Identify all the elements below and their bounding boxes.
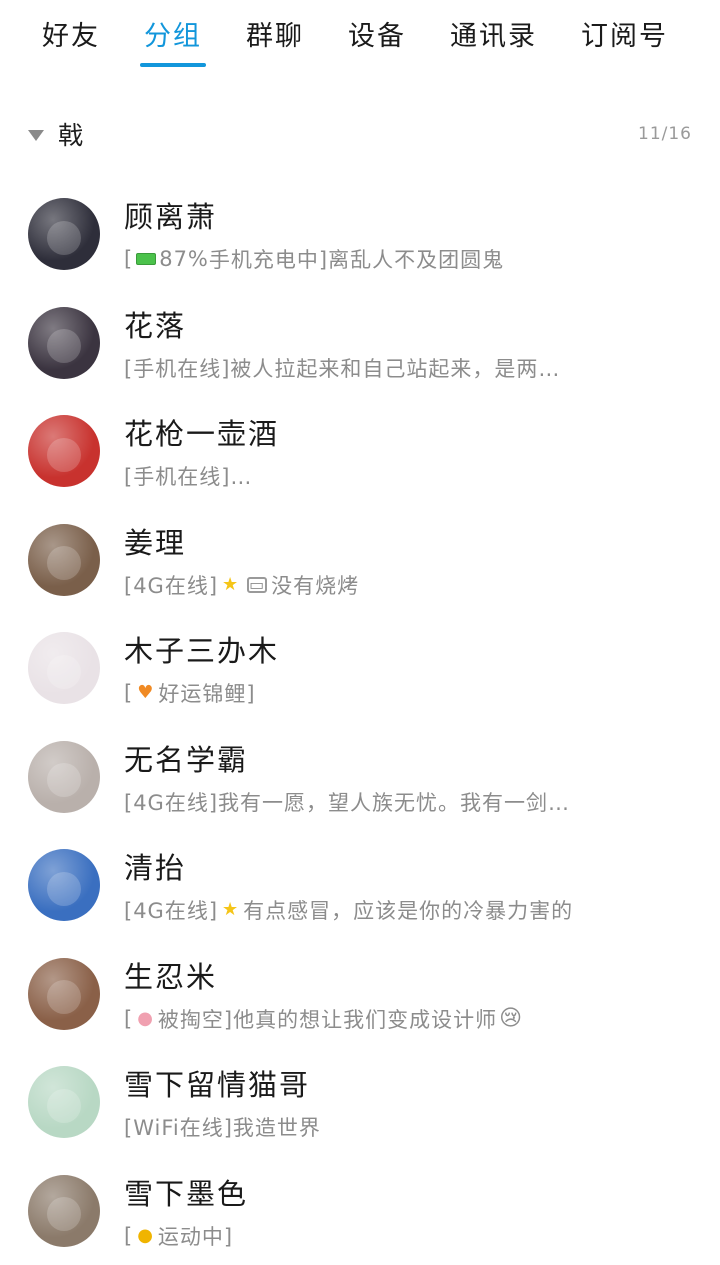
tab-devices[interactable]: 设备: [348, 14, 406, 53]
contact-status: [4G在线]我有一愿，望人族无忧。我有一剑…: [124, 787, 684, 817]
contact-row[interactable]: 顾离萧 [ 87% 手机充电中]离乱人不及团圆鬼: [0, 180, 720, 289]
avatar: [28, 958, 100, 1030]
contact-name: 花枪一壶酒: [124, 411, 684, 453]
contact-name: 顾离萧: [124, 194, 684, 236]
contact-status: [4G在线] ★ 有点感冒，应该是你的冷暴力害的: [124, 895, 684, 925]
avatar: [28, 849, 100, 921]
avatar: [28, 1066, 100, 1138]
avatar: [28, 524, 100, 596]
group-name: 戟: [58, 116, 83, 152]
group-online-count: 11/16: [638, 124, 692, 144]
tab-groups[interactable]: 分组: [144, 14, 202, 53]
contact-name: 花落: [124, 303, 684, 345]
crying-face-emoji: 😢: [499, 1006, 523, 1031]
star-icon: ★: [222, 901, 239, 919]
contact-row[interactable]: 生忍米 [ ● 被掏空]他真的想让我们变成设计师 😢: [0, 940, 720, 1049]
tab-address-book[interactable]: 通讯录: [450, 14, 537, 53]
contact-name: 木子三办木: [124, 628, 684, 670]
contact-row[interactable]: 花落 [手机在线]被人拉起来和自己站起来，是两…: [0, 289, 720, 398]
contact-status: [ ♥ 好运锦鲤]: [124, 678, 684, 708]
contact-row[interactable]: 花枪一壶酒 [手机在线]…: [0, 397, 720, 506]
contact-name: 无名学霸: [124, 737, 684, 779]
contact-status: [手机在线]被人拉起来和自己站起来，是两…: [124, 353, 684, 383]
contact-name: 生忍米: [124, 954, 684, 996]
contact-status: [ ● 运动中]: [124, 1221, 684, 1251]
koi-icon: ♥: [137, 684, 154, 702]
avatar: [28, 741, 100, 813]
avatar: [28, 415, 100, 487]
contact-row[interactable]: 雪下留情猫哥 [WiFi在线]我造世界: [0, 1048, 720, 1157]
tab-group-chats[interactable]: 群聊: [246, 14, 304, 53]
contact-row[interactable]: 姜理 [4G在线] ★ ▭ 没有烧烤: [0, 506, 720, 615]
avatar: [28, 307, 100, 379]
contact-row[interactable]: 清抬 [4G在线] ★ 有点感冒，应该是你的冷暴力害的: [0, 831, 720, 940]
contact-status: [手机在线]…: [124, 461, 684, 491]
avatar: [28, 1175, 100, 1247]
rabbit-icon: ●: [137, 1010, 154, 1028]
battery-icon: [136, 253, 156, 265]
tab-subscriptions[interactable]: 订阅号: [581, 14, 668, 53]
contact-status: [WiFi在线]我造世界: [124, 1112, 684, 1142]
contact-row[interactable]: 无名学霸 [4G在线]我有一愿，望人族无忧。我有一剑…: [0, 723, 720, 832]
star-icon: ★: [222, 576, 239, 594]
caret-down-icon: [28, 130, 44, 141]
running-icon: ●: [137, 1227, 154, 1245]
avatar: [28, 632, 100, 704]
contact-status: [4G在线] ★ ▭ 没有烧烤: [124, 570, 684, 600]
contact-name: 雪下留情猫哥: [124, 1062, 684, 1104]
tab-friends[interactable]: 好友: [42, 14, 100, 53]
image-icon: ▭: [247, 577, 267, 593]
contact-row[interactable]: 雪下墨色 [ ● 运动中]: [0, 1157, 720, 1265]
contact-name: 姜理: [124, 520, 684, 562]
group-header[interactable]: 戟 11/16: [28, 112, 692, 156]
contact-list: 顾离萧 [ 87% 手机充电中]离乱人不及团圆鬼 花落 [手机在线]被人拉起来和…: [0, 180, 720, 1265]
top-tabs: 好友 分组 群聊 设备 通讯录 订阅号: [0, 0, 720, 70]
avatar: [28, 198, 100, 270]
contact-row[interactable]: 木子三办木 [ ♥ 好运锦鲤]: [0, 614, 720, 723]
contact-name: 雪下墨色: [124, 1171, 684, 1213]
contact-name: 清抬: [124, 845, 684, 887]
contact-status: [ ● 被掏空]他真的想让我们变成设计师 😢: [124, 1004, 684, 1034]
contact-status: [ 87% 手机充电中]离乱人不及团圆鬼: [124, 244, 684, 274]
